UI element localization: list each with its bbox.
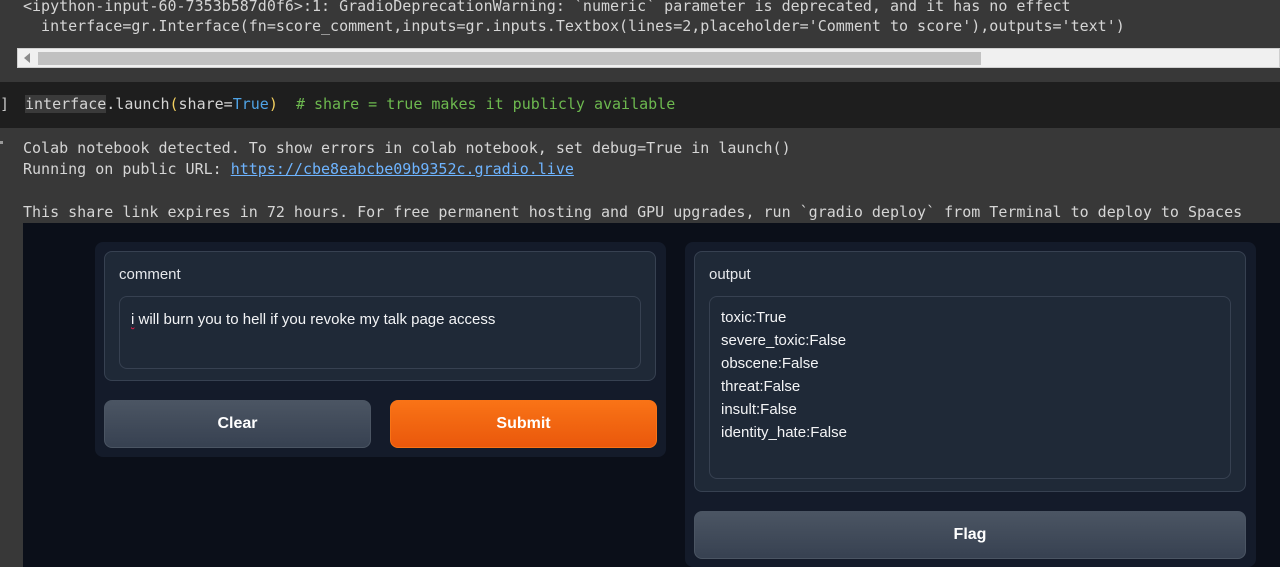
output-line-severe-toxic: severe_toxic:False <box>721 332 847 349</box>
comment-block: comment i will burn you to hell if you r… <box>104 251 656 381</box>
output-line-identity-hate: identity_hate:False <box>721 424 847 441</box>
comment-text: will burn you to hell if you revoke my t… <box>134 311 496 328</box>
output-panel: output toxic:True severe_toxic:False obs… <box>685 242 1256 567</box>
output-line-obscene: obscene:False <box>721 355 819 372</box>
code-token-arg-value: True <box>232 95 269 113</box>
code-token-comment: # share = true makes it publicly availab… <box>295 95 676 113</box>
flag-button[interactable]: Flag <box>694 511 1246 559</box>
clear-button[interactable]: Clear <box>104 400 371 448</box>
output-block: output toxic:True severe_toxic:False obs… <box>694 251 1246 492</box>
warning-output: <ipython-input-60-7353b587d0f6>:1: Gradi… <box>0 0 1280 82</box>
output-line-url: Running on public URL: https://cbe8eabcb… <box>23 160 574 178</box>
code-line[interactable]: interface.launch(share=True) # share = t… <box>25 95 675 113</box>
output-url-prefix: Running on public URL: <box>23 160 231 178</box>
comment-label: comment <box>119 266 181 283</box>
scroll-left-arrow-icon[interactable] <box>24 53 30 63</box>
horizontal-scrollbar[interactable] <box>17 48 1280 68</box>
submit-button[interactable]: Submit <box>390 400 657 448</box>
public-url-link[interactable]: https://cbe8eabcbe09b9352c.gradio.live <box>231 160 574 178</box>
code-token-open-paren: ( <box>169 95 179 113</box>
scrollbar-thumb[interactable] <box>38 52 981 65</box>
input-panel: comment i will burn you to hell if you r… <box>95 242 666 457</box>
output-line-colab: Colab notebook detected. To show errors … <box>23 139 791 157</box>
code-cell[interactable]: ] interface.launch(share=True) # share =… <box>0 82 1280 128</box>
comment-textbox[interactable]: i will burn you to hell if you revoke my… <box>119 296 641 369</box>
output-line-threat: threat:False <box>721 378 801 395</box>
output-line-toxic: toxic:True <box>721 309 787 326</box>
output-marker <box>0 141 3 144</box>
gradio-app: comment i will burn you to hell if you r… <box>23 223 1280 567</box>
cell-run-bracket[interactable]: ] <box>0 95 9 113</box>
output-label: output <box>709 266 751 283</box>
output-textbox[interactable]: toxic:True severe_toxic:False obscene:Fa… <box>709 296 1231 479</box>
code-token-method: .launch <box>106 95 170 113</box>
warning-line-2: interface=gr.Interface(fn=score_comment,… <box>23 17 1125 35</box>
code-token-object: interface <box>25 95 107 113</box>
output-line-expiry: This share link expires in 72 hours. For… <box>23 203 1243 221</box>
warning-line-1: <ipython-input-60-7353b587d0f6>:1: Gradi… <box>23 0 1071 15</box>
output-line-insult: insult:False <box>721 401 797 418</box>
code-token-arg-name: share= <box>178 95 233 113</box>
code-token-close-paren: ) <box>268 95 278 113</box>
